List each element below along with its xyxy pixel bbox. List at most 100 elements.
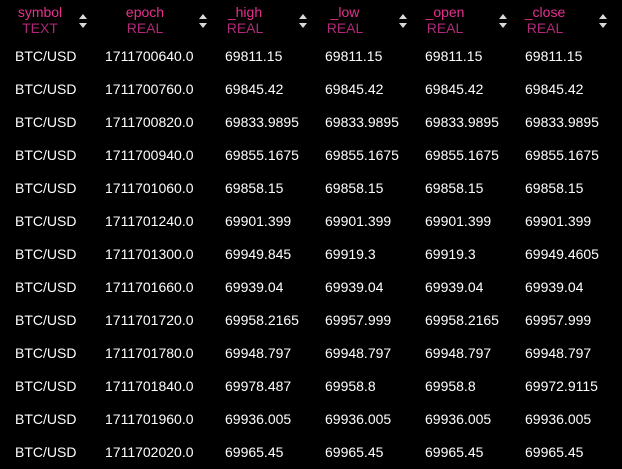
cell-close: 69901.399 [525,213,592,229]
cell-epoch: 1711701060.0 [105,180,194,196]
cell-open: 69939.04 [425,279,484,295]
cell-epoch: 1711701780.0 [105,345,194,361]
cell-high: 69958.2165 [225,312,299,328]
sort-updown-icon[interactable] [498,13,508,29]
cell-symbol: BTC/USD [15,114,77,130]
cell-low: 69939.04 [325,279,384,295]
cell-high: 69965.45 [225,444,284,460]
table-row[interactable]: BTC/USD 1711701840.0 69978.487 69958.8 69958… [0,370,622,403]
cell-high: 69811.15 [225,48,283,64]
cell-high: 69833.9895 [225,114,299,130]
cell-low: 69811.15 [325,48,383,64]
cell-high: 69936.005 [225,411,292,427]
column-header-open[interactable]: _open REAL [410,0,510,40]
cell-close: 69948.797 [525,345,592,361]
sort-updown-icon[interactable] [198,13,208,29]
column-header-epoch[interactable]: epoch REAL [110,0,210,40]
cell-low: 69845.42 [325,81,384,97]
cell-symbol: BTC/USD [15,444,77,460]
cell-low: 69936.005 [325,411,392,427]
cell-symbol: BTC/USD [15,378,77,394]
table-row[interactable]: BTC/USD 1711700640.0 69811.15 69811.15 69811… [0,40,622,73]
table-row[interactable]: BTC/USD 1711701720.0 69958.2165 69957.999 69… [0,304,622,337]
cell-epoch: 1711701960.0 [105,411,194,427]
cell-close: 69957.999 [525,312,592,328]
column-name: _open [425,4,465,20]
cell-epoch: 1711702020.0 [105,444,194,460]
cell-high: 69949.845 [225,246,292,262]
column-header-high[interactable]: _high REAL [210,0,310,40]
cell-epoch: 1711700820.0 [105,114,194,130]
cell-symbol: BTC/USD [15,246,77,262]
cell-symbol: BTC/USD [15,312,77,328]
table-row[interactable]: BTC/USD 1711700820.0 69833.9895 69833.9895 6… [0,106,622,139]
column-type: TEXT [22,20,58,36]
sort-updown-icon[interactable] [298,13,308,29]
table-row[interactable]: BTC/USD 1711701780.0 69948.797 69948.797 699… [0,337,622,370]
table-row[interactable]: BTC/USD 1711700940.0 69855.1675 69855.1675 6… [0,139,622,172]
cell-epoch: 1711701240.0 [105,213,194,229]
cell-high: 69948.797 [225,345,292,361]
cell-low: 69958.8 [325,378,376,394]
column-name: _low [330,4,360,20]
column-name: epoch [125,4,165,20]
cell-close: 69936.005 [525,411,592,427]
cell-high: 69939.04 [225,279,284,295]
cell-epoch: 1711700760.0 [105,81,194,97]
cell-high: 69858.15 [225,180,284,196]
cell-open: 69958.8 [425,378,476,394]
cell-open: 69965.45 [425,444,484,460]
cell-high: 69978.487 [225,378,292,394]
table-row[interactable]: BTC/USD 1711701240.0 69901.399 69901.399 699… [0,205,622,238]
cell-close: 69939.04 [525,279,584,295]
cell-epoch: 1711700940.0 [105,147,194,163]
cell-low: 69965.45 [325,444,384,460]
cell-open: 69845.42 [425,81,484,97]
cell-symbol: BTC/USD [15,411,77,427]
cell-open: 69948.797 [425,345,492,361]
cell-symbol: BTC/USD [15,81,77,97]
table-row[interactable]: BTC/USD 1711702020.0 69965.45 69965.45 69965… [0,436,622,469]
cell-symbol: BTC/USD [15,48,77,64]
cell-close: 69949.4605 [525,246,599,262]
column-header-close[interactable]: _close REAL [510,0,610,40]
cell-low: 69858.15 [325,180,384,196]
cell-low: 69833.9895 [325,114,399,130]
column-name: symbol [17,4,63,20]
cell-high: 69901.399 [225,213,292,229]
cell-epoch: 1711700640.0 [105,48,194,64]
table-row[interactable]: BTC/USD 1711701660.0 69939.04 69939.04 69939… [0,271,622,304]
column-type: REAL [426,20,464,36]
table-row[interactable]: BTC/USD 1711700760.0 69845.42 69845.42 69845… [0,73,622,106]
column-type: REAL [326,20,364,36]
table-row[interactable]: BTC/USD 1711701060.0 69858.15 69858.15 69858… [0,172,622,205]
column-type: REAL [126,20,164,36]
cell-close: 69845.42 [525,81,584,97]
cell-close: 69972.9115 [525,378,598,394]
header-row: symbol TEXT epoch REAL _high REAL _low REAL _ope… [0,0,622,40]
sort-updown-icon[interactable] [78,13,88,29]
cell-symbol: BTC/USD [15,345,77,361]
cell-open: 69936.005 [425,411,492,427]
table-row[interactable]: BTC/USD 1711701300.0 69949.845 69919.3 69919… [0,238,622,271]
column-type: REAL [526,20,564,36]
table-row[interactable]: BTC/USD 1711701960.0 69936.005 69936.005 699… [0,403,622,436]
cell-close: 69858.15 [525,180,584,196]
column-name: _close [524,4,566,20]
cell-open: 69919.3 [425,246,476,262]
cell-close: 69811.15 [525,48,583,64]
sort-updown-icon[interactable] [598,13,608,29]
cell-open: 69855.1675 [425,147,499,163]
cell-open: 69858.15 [425,180,484,196]
results-grid: symbol TEXT epoch REAL _high REAL _low REAL _ope… [0,0,622,467]
cell-close: 69855.1675 [525,147,599,163]
cell-symbol: BTC/USD [15,279,77,295]
cell-open: 69958.2165 [425,312,499,328]
column-name: _high [227,4,263,20]
cell-low: 69919.3 [325,246,376,262]
column-header-low[interactable]: _low REAL [310,0,410,40]
cell-epoch: 1711701840.0 [105,378,194,394]
column-header-symbol[interactable]: symbol TEXT [5,0,105,40]
cell-symbol: BTC/USD [15,213,77,229]
sort-updown-icon[interactable] [398,13,408,29]
